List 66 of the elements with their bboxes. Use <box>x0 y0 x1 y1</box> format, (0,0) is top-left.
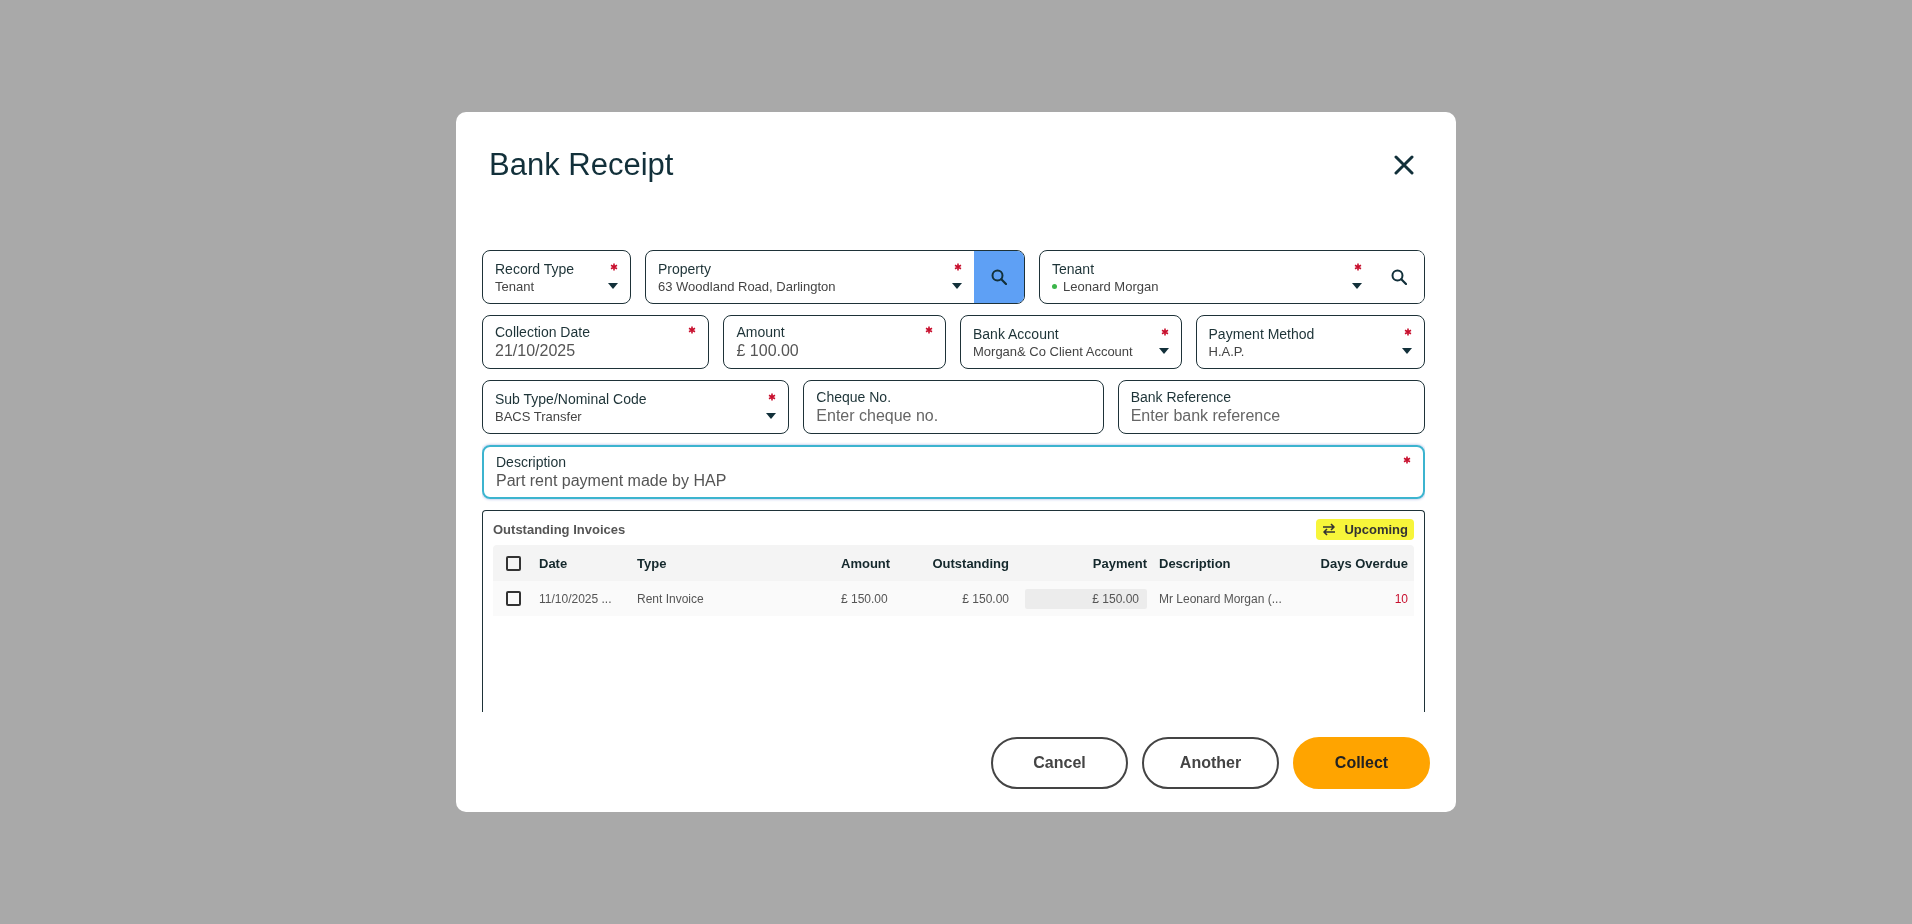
field-label: Tenant <box>1052 260 1096 277</box>
search-button[interactable] <box>974 251 1024 303</box>
field-value: £ 100.00 <box>736 342 800 360</box>
dialog-button[interactable]: Another <box>1142 737 1279 789</box>
field-value: Tenant <box>495 278 536 294</box>
field-value: 21/10/2025 <box>495 342 577 360</box>
column-header: Date <box>538 555 569 571</box>
dropdown-field[interactable]: Bank Account Morgan& Co Client Account <box>960 315 1182 369</box>
caret-icon <box>766 413 777 419</box>
input-field[interactable]: Cheque No. Enter cheque no. <box>803 380 1104 434</box>
column-header: Type <box>636 555 668 571</box>
dialog-title: Bank Receipt <box>489 147 674 183</box>
caret-icon <box>1158 348 1169 354</box>
caret-icon <box>608 283 618 289</box>
collect-button[interactable]: Collect <box>1293 737 1430 789</box>
field-value: Part rent payment made by HAP <box>496 472 728 490</box>
field-label: Amount <box>736 324 786 340</box>
caret-icon <box>1352 283 1362 289</box>
input-field[interactable]: Collection Date 21/10/2025 <box>482 315 710 369</box>
dropdown-field[interactable]: Payment Method H.A.P. <box>1195 315 1425 369</box>
dialog-button[interactable]: Cancel <box>991 737 1128 789</box>
panel-title: Outstanding Invoices <box>493 521 626 537</box>
field-value: Leonard Morgan <box>1063 278 1160 294</box>
field-value: Morgan& Co Client Account <box>973 343 1134 359</box>
column-header: Days Overdue <box>1319 555 1409 571</box>
column-header: Outstanding <box>931 555 1010 571</box>
field-label: Property <box>658 260 712 277</box>
table-cell-text: 11/10/2025 ... <box>538 591 613 606</box>
column-header: Amount <box>840 555 892 571</box>
field-value: H.A.P. <box>1208 343 1246 359</box>
row-checkbox[interactable] <box>505 591 521 606</box>
field-label: Cheque No. <box>816 389 893 405</box>
dropdown-field[interactable]: Record Type Tenant <box>482 250 631 304</box>
close-icon[interactable] <box>1393 154 1415 176</box>
lookup-field[interactable]: Tenant Leonard Morgan <box>1039 250 1425 304</box>
select-all-checkbox[interactable] <box>505 555 521 571</box>
payment-field[interactable]: £ 150.00 <box>1025 588 1147 609</box>
column-header: Payment <box>1091 555 1148 571</box>
search-icon <box>991 269 1007 285</box>
table-cell-text: £ 150.00 <box>840 591 889 606</box>
field-label: Payment Method <box>1208 325 1316 342</box>
field-label: Record Type <box>495 260 576 277</box>
field-label: Description <box>496 454 568 470</box>
search-icon <box>1391 269 1407 285</box>
caret-icon <box>952 283 962 289</box>
field-placeholder: Enter bank reference <box>1130 407 1282 425</box>
field-value: BACS Transfer <box>495 408 583 424</box>
field-value: 63 Woodland Road, Darlington <box>658 278 837 294</box>
dropdown-field[interactable]: Sub Type/Nominal Code BACS Transfer <box>482 380 790 434</box>
table-cell-text: Rent Invoice <box>636 591 705 606</box>
swap-arrows-icon <box>1322 522 1337 536</box>
input-field[interactable]: Description Part rent payment made by HAP <box>482 445 1425 499</box>
upcoming-filter-button[interactable]: Upcoming <box>1316 518 1414 540</box>
field-label: Bank Reference <box>1130 389 1233 405</box>
field-label: Sub Type/Nominal Code <box>495 390 648 407</box>
table-cell-text: Mr Leonard Morgan (... <box>1158 591 1283 606</box>
lookup-field[interactable]: Property 63 Woodland Road, Darlington <box>645 250 1025 304</box>
input-field[interactable]: Bank Reference Enter bank reference <box>1117 380 1425 434</box>
table-cell-text: 10 <box>1393 591 1409 606</box>
field-label: Bank Account <box>973 325 1060 342</box>
column-header: Description <box>1158 555 1232 571</box>
field-label: Collection Date <box>495 324 591 340</box>
input-field[interactable]: Amount £ 100.00 <box>723 315 946 369</box>
field-placeholder: Enter cheque no. <box>816 407 940 425</box>
caret-icon <box>1402 348 1412 354</box>
table-cell-text: £ 150.00 <box>961 591 1010 606</box>
